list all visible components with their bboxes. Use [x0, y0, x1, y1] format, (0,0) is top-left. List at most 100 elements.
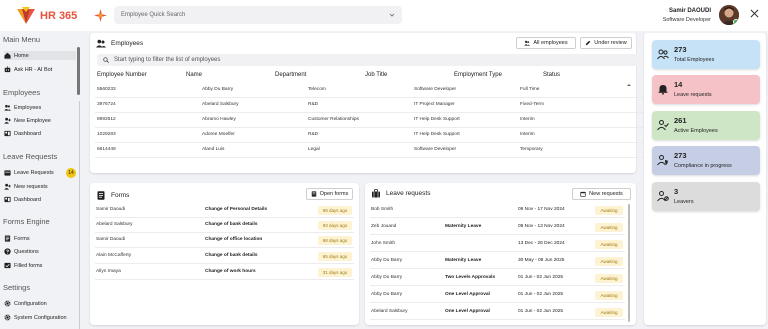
- leave-list-scrollbar[interactable]: [628, 204, 630, 322]
- sidebar-scroll-track: [79, 101, 80, 329]
- form-age-badge: 93 days ago: [318, 221, 352, 230]
- sidebar-item-leave-dashboard[interactable]: Dashboard: [4, 195, 76, 204]
- leave-requests-count-badge: 14: [66, 167, 76, 178]
- sidebar-item-configuration[interactable]: Configuration: [4, 299, 76, 308]
- sidebar-item-label: Configuration: [14, 300, 47, 307]
- stat-value: 261: [674, 116, 687, 125]
- sidebar-item-system-configuration[interactable]: System Configuration: [4, 313, 76, 322]
- bell-icon: [658, 85, 668, 95]
- form-age-badge: 65 days ago: [318, 252, 352, 261]
- search-placeholder: Employee Quick Search: [121, 12, 186, 18]
- sidebar-item-leave-requests[interactable]: Leave Requests 14: [4, 167, 76, 178]
- user-info[interactable]: Samir DAOUDI Software Developer: [663, 7, 711, 25]
- column-header-job-title[interactable]: Job Title: [365, 72, 387, 78]
- sidebar-item-home[interactable]: Home: [4, 51, 76, 60]
- table-row[interactable]: 8992612 Abramo Hawley Customer Relations…: [95, 113, 720, 128]
- column-header-name[interactable]: Name: [186, 72, 202, 78]
- stat-label: Leavers: [674, 199, 694, 205]
- table-row[interactable]: 1029283 Adoree Moelfer R&D IT Help Desk …: [95, 128, 720, 143]
- cell-employment-type: Temporary: [520, 147, 543, 152]
- open-forms-button[interactable]: Open forms: [306, 188, 353, 200]
- question-icon: [4, 248, 11, 255]
- stat-total-employees[interactable]: 273 Total Employees: [652, 40, 760, 69]
- sidebar-item-ask-hr[interactable]: Ask HR - AI Bot: [4, 65, 76, 74]
- form-submitter: Samir Daoudi: [96, 207, 126, 212]
- stat-leavers[interactable]: 3 Leavers: [652, 182, 760, 211]
- list-item[interactable]: Allyn Imaya Change of work hours 31 days…: [95, 265, 354, 280]
- sidebar-item-label: Forms: [14, 235, 30, 242]
- list-item[interactable]: Abby Du Barry Two Levels Approvals 01 Ju…: [370, 271, 625, 286]
- cell-department: Telecom: [308, 87, 326, 92]
- column-header-department[interactable]: Department: [275, 72, 306, 78]
- cell-job-title: IT Help Desk Support: [414, 132, 460, 137]
- list-item[interactable]: Zeb Jouand Maternity Leave 09 Nov - 13 N…: [370, 220, 625, 235]
- table-row[interactable]: 6614449 Aland Luis Legal Software Develo…: [95, 143, 720, 158]
- form-submitter: Alain McCafferty: [96, 253, 132, 258]
- employee-quick-search[interactable]: Employee Quick Search: [114, 6, 402, 24]
- stat-compliance-in-progress[interactable]: 273 Compliance in progress: [652, 146, 760, 175]
- user-shield-icon: [657, 155, 668, 166]
- sidebar-item-label: Dashboard: [14, 130, 41, 137]
- sidebar-item-label: Leave Requests: [14, 169, 54, 176]
- avatar[interactable]: [719, 5, 739, 25]
- dashboard-icon: [4, 196, 11, 203]
- form-name: Change of work hours: [205, 269, 256, 274]
- leave-employee: John Smith: [371, 241, 395, 246]
- employee-filter-input[interactable]: Start typing to filter the list of emplo…: [97, 54, 720, 66]
- form-name: Change of bank details: [205, 253, 258, 258]
- open-forms-label: Open forms: [319, 191, 349, 197]
- employees-title: Employees: [111, 40, 144, 47]
- users-icon: [524, 40, 531, 46]
- spark-icon[interactable]: [94, 9, 107, 22]
- sidebar-item-filled-forms[interactable]: Filled forms: [4, 261, 76, 270]
- table-row[interactable]: 3976724 Abelard Salsbury R&D IT Project …: [95, 98, 720, 113]
- app-name: HR 365: [40, 10, 78, 22]
- under-review-button[interactable]: Under review: [580, 37, 632, 49]
- column-header-employment-type[interactable]: Employment Type: [454, 72, 502, 78]
- sidebar-item-new-employee[interactable]: New Employee: [4, 116, 76, 125]
- edit-icon: [586, 40, 591, 46]
- sidebar-item-label: Ask HR - AI Bot: [14, 66, 53, 73]
- stat-leave-requests[interactable]: 14 Leave requests: [652, 75, 760, 104]
- list-item[interactable]: Alain McCafferty Change of bank details …: [95, 249, 354, 264]
- list-item[interactable]: Abelard Salsbury Change of bank details …: [95, 218, 354, 233]
- column-header-status[interactable]: Status: [543, 72, 560, 78]
- list-item[interactable]: Abby Du Barry One Level Approval 01 Jun …: [370, 288, 625, 303]
- all-employees-button[interactable]: All employees: [516, 37, 576, 49]
- users-icon: [96, 39, 106, 48]
- sidebar-item-employee-dashboard[interactable]: Dashboard: [4, 129, 76, 138]
- list-item[interactable]: Abelard Salsbury One Level Approval 01 J…: [370, 305, 625, 320]
- cell-job-title: IT Help Desk Support: [414, 117, 460, 122]
- list-item[interactable]: Bob Smith 09 Nov - 17 Nov 2024 Awaiting: [370, 203, 625, 218]
- list-item[interactable]: Samir Daoudi Change of Personal Details …: [95, 203, 354, 218]
- list-item[interactable]: John Smith 13 Dec - 26 Dec 2024 Awaiting: [370, 237, 625, 252]
- user-name: Samir DAOUDI: [668, 8, 711, 14]
- column-header-employee-number[interactable]: Employee Number: [97, 72, 147, 78]
- new-requests-button[interactable]: New requests: [572, 188, 631, 200]
- sidebar-item-forms[interactable]: Forms: [4, 234, 76, 243]
- chevron-down-icon[interactable]: [389, 12, 395, 18]
- leave-title: Leave requests: [386, 190, 431, 197]
- under-review-label: Under review: [594, 40, 627, 46]
- app-logo[interactable]: HR 365: [16, 6, 77, 26]
- leave-employee: Abby Du Barry: [371, 258, 403, 263]
- table-row[interactable]: 5560233 Abby Du Barry Telecom Software D…: [95, 83, 720, 98]
- system-gear-icon: [4, 314, 11, 321]
- employees-card-title: Employees: [96, 39, 143, 48]
- sidebar-item-questions[interactable]: Questions: [4, 247, 76, 256]
- top-bar: HR 365 Employee Quick Search Samir DAOUD…: [0, 0, 768, 31]
- list-item[interactable]: Samir Daoudi Change of office location 6…: [95, 233, 354, 248]
- stat-active-employees[interactable]: 261 Active Employees: [652, 111, 760, 140]
- sidebar-item-new-requests[interactable]: New requests: [4, 182, 76, 191]
- leave-status-badge: Awaiting: [595, 257, 623, 266]
- cell-employee-number: 8992612: [97, 117, 116, 122]
- sidebar-scrollbar[interactable]: [77, 47, 80, 95]
- form-submitter: Abelard Salsbury: [96, 222, 133, 227]
- sidebar-item-employees[interactable]: Employees: [4, 103, 76, 112]
- cell-name: Aland Luis: [202, 147, 225, 152]
- forms-card: Forms Open forms Samir Daoudi Change of …: [90, 183, 359, 325]
- leave-dates: 01 Jun - 02 Jun 2025: [518, 292, 564, 297]
- close-icon[interactable]: [750, 9, 759, 18]
- user-role: Software Developer: [662, 17, 711, 23]
- list-item[interactable]: Abby Du Barry Maternity Leave 30 May - 0…: [370, 254, 625, 269]
